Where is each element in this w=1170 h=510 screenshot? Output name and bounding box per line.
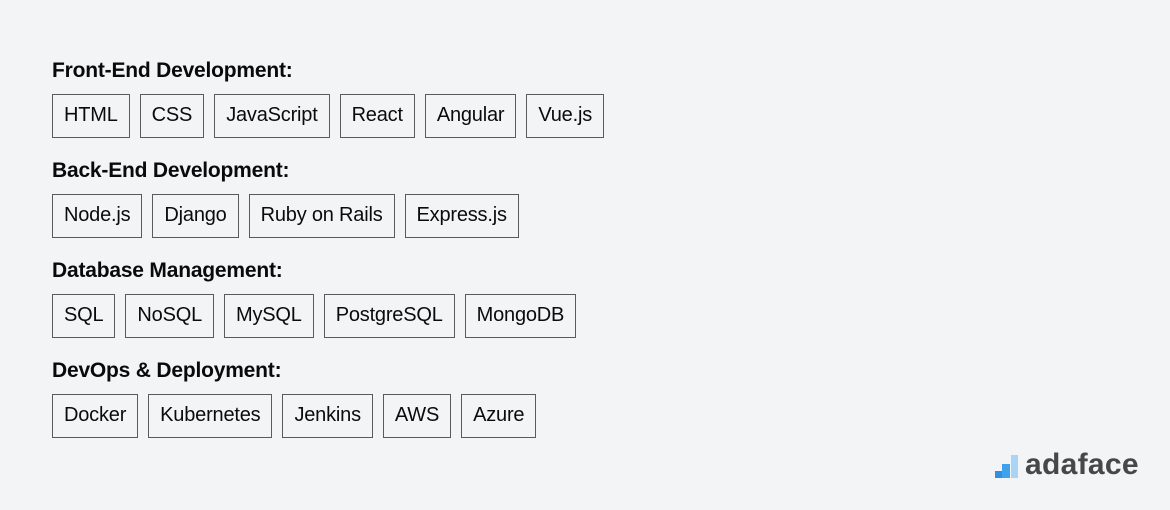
skill-chip-aws: AWS — [382, 394, 452, 438]
logo-bar-medium — [1002, 464, 1010, 478]
section-title: DevOps & Deployment: — [52, 359, 282, 382]
brand-name: adaface — [1025, 448, 1139, 481]
section-devops: DevOps & Deployment: Docker Kubernetes J… — [52, 358, 604, 438]
ascending-bars-logo-icon — [995, 454, 1019, 478]
section-title: Front-End Development: — [52, 59, 293, 82]
section-front-end: Front-End Development: HTML CSS JavaScri… — [52, 58, 605, 138]
skill-chip-kubernetes: Kubernetes — [148, 394, 273, 438]
adaface-logo: adaface — [995, 448, 1139, 481]
skill-chips: Docker Kubernetes Jenkins AWS Azure — [52, 394, 604, 438]
section-database: Database Management: SQL NoSQL MySQL Pos… — [52, 258, 604, 338]
skill-chip-javascript: JavaScript — [214, 94, 330, 138]
skill-chip-azure: Azure — [461, 394, 537, 438]
skill-chips: SQL NoSQL MySQL PostgreSQL MongoDB — [52, 294, 604, 338]
skill-chips: Node.js Django Ruby on Rails Express.js — [52, 194, 604, 238]
skill-chip-nodejs: Node.js — [52, 194, 143, 238]
skill-chip-postgresql: PostgreSQL — [323, 294, 455, 338]
skill-chip-css: CSS — [139, 94, 205, 138]
skill-chip-mongodb: MongoDB — [464, 294, 577, 338]
skill-chip-expressjs: Express.js — [404, 194, 519, 238]
skill-chip-angular: Angular — [424, 94, 517, 138]
section-title: Back-End Development: — [52, 159, 290, 182]
skill-chips: HTML CSS JavaScript React Angular Vue.js — [52, 94, 605, 138]
skill-chip-sql: SQL — [52, 294, 116, 338]
section-back-end: Back-End Development: Node.js Django Rub… — [52, 158, 604, 238]
skill-chip-mysql: MySQL — [224, 294, 314, 338]
skill-chip-nosql: NoSQL — [125, 294, 215, 338]
skills-list: Front-End Development: HTML CSS JavaScri… — [52, 58, 605, 458]
skill-chip-react: React — [339, 94, 415, 138]
logo-bar-tall — [1011, 455, 1018, 478]
skill-chip-django: Django — [152, 194, 239, 238]
logo-bar-short — [995, 471, 1002, 478]
section-title: Database Management: — [52, 259, 283, 282]
skill-chip-docker: Docker — [52, 394, 139, 438]
skill-chip-vuejs: Vue.js — [526, 94, 605, 138]
skill-chip-jenkins: Jenkins — [282, 394, 373, 438]
skill-chip-html: HTML — [52, 94, 130, 138]
skill-chip-ruby-on-rails: Ruby on Rails — [248, 194, 395, 238]
